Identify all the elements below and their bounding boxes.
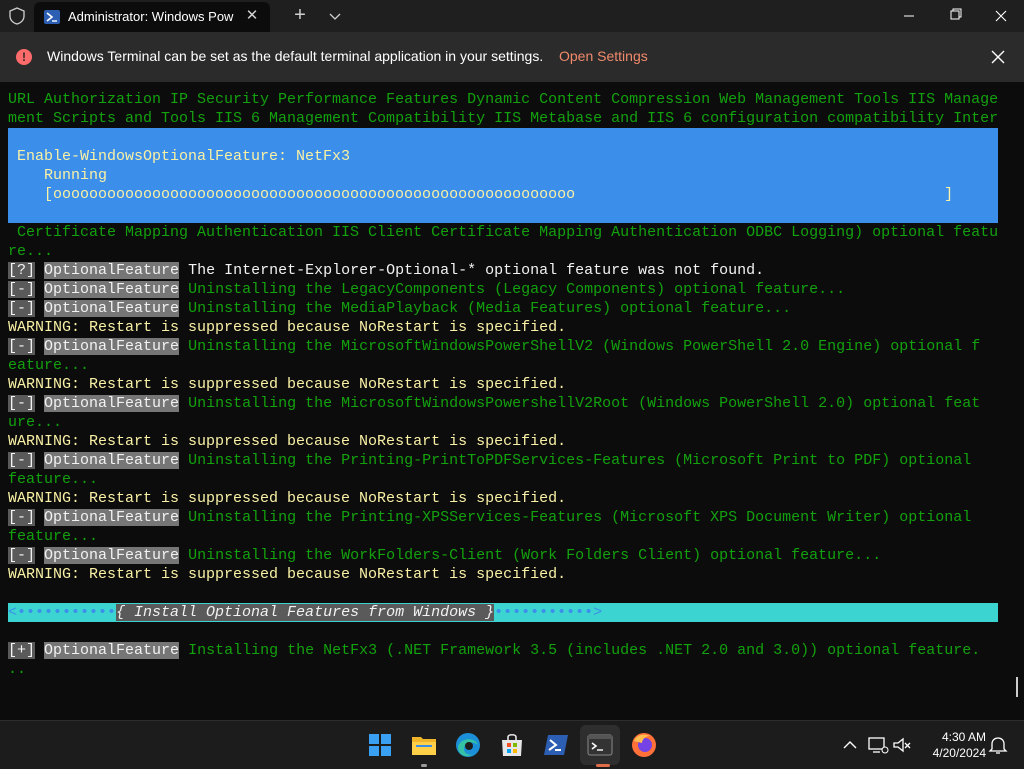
- feature-tag: OptionalFeature: [44, 338, 180, 355]
- tab-close-button[interactable]: ✕: [244, 8, 260, 24]
- log-text: Uninstalling the MediaPlayback (Media Fe…: [188, 300, 792, 317]
- warning-line: WARNING: Restart is suppressed because N…: [8, 566, 567, 583]
- log-entry: [-] OptionalFeature Uninstalling the Mic…: [8, 337, 980, 356]
- feature-tag: OptionalFeature: [44, 642, 180, 659]
- chevron-down-icon[interactable]: [326, 6, 344, 26]
- new-tab-button[interactable]: +: [290, 5, 310, 26]
- warning-line: WARNING: Restart is suppressed because N…: [8, 319, 567, 336]
- feature-tag: OptionalFeature: [44, 262, 180, 279]
- firefox-icon[interactable]: [628, 729, 660, 761]
- log-continuation: feature...: [8, 471, 99, 488]
- status-marker: [-]: [8, 338, 36, 355]
- title-bar: Administrator: Windows PowerShell ✕ +: [0, 0, 1024, 32]
- feature-tag: OptionalFeature: [44, 300, 180, 317]
- terminal-icon[interactable]: [584, 729, 616, 761]
- log-text: Uninstalling the Printing-PrintToPDFServ…: [188, 452, 972, 469]
- running-indicator: [421, 764, 427, 767]
- file-explorer-icon[interactable]: [408, 729, 440, 761]
- system-clock[interactable]: 4:30 AM 4/20/2024: [918, 729, 986, 761]
- feature-tag: OptionalFeature: [44, 281, 180, 298]
- log-entry: [-] OptionalFeature Uninstalling the Mic…: [8, 394, 980, 413]
- log-text: Uninstalling the LegacyComponents (Legac…: [188, 281, 846, 298]
- banner-left: <•••••••••••: [8, 604, 117, 621]
- status-marker: [-]: [8, 547, 36, 564]
- feature-tag: OptionalFeature: [44, 395, 180, 412]
- status-marker: [-]: [8, 395, 36, 412]
- terminal-output[interactable]: URL Authorization IP Security Performanc…: [0, 90, 1024, 720]
- log-entry: [-] OptionalFeature Uninstalling the Med…: [8, 299, 791, 318]
- output-line: ment Scripts and Tools IIS 6 Management …: [8, 110, 999, 127]
- log-text: Uninstalling the Printing-XPSServices-Fe…: [188, 509, 972, 526]
- maximize-button[interactable]: [932, 0, 978, 32]
- banner-right: •••••••••••>: [494, 604, 603, 621]
- status-marker: [-]: [8, 452, 36, 469]
- log-entry: [-] OptionalFeature Uninstalling the Leg…: [8, 280, 845, 299]
- windows-start-icon[interactable]: [364, 729, 396, 761]
- output-line: URL Authorization IP Security Performanc…: [8, 91, 999, 108]
- output-line: re...: [8, 243, 54, 260]
- open-settings-link[interactable]: Open Settings: [559, 48, 648, 64]
- log-continuation: ure...: [8, 414, 63, 431]
- section-banner: <•••••••••••{ Install Optional Features …: [8, 603, 998, 622]
- log-continuation: feature...: [8, 528, 99, 545]
- progress-bar: [ooooooooooooooooooooooooooooooooooooooo…: [44, 186, 954, 203]
- status-marker: [-]: [8, 509, 36, 526]
- status-marker: [-]: [8, 300, 36, 317]
- volume-muted-icon[interactable]: [890, 733, 914, 757]
- log-continuation: eature...: [8, 357, 90, 374]
- log-continuation: ..: [8, 661, 27, 678]
- banner-title: { Install Optional Features from Windows…: [116, 604, 495, 621]
- close-window-button[interactable]: [978, 0, 1024, 32]
- active-indicator: [596, 764, 610, 767]
- edge-icon[interactable]: [452, 729, 484, 761]
- error-icon: !: [16, 49, 32, 65]
- notification-close-icon[interactable]: [988, 47, 1008, 67]
- log-text: Uninstalling the MicrosoftWindowsPowersh…: [188, 395, 981, 412]
- notification-message: Windows Terminal can be set as the defau…: [47, 48, 544, 64]
- feature-tag: OptionalFeature: [44, 452, 180, 469]
- clock-time: 4:30 AM: [941, 730, 986, 744]
- powershell-icon: [44, 10, 60, 24]
- log-entry: [-] OptionalFeature Uninstalling the Wor…: [8, 546, 881, 565]
- log-text: The Internet-Explorer-Optional-* optiona…: [188, 262, 765, 279]
- minimize-button[interactable]: [886, 0, 932, 32]
- feature-tag: OptionalFeature: [44, 547, 180, 564]
- log-entry: [?] OptionalFeature The Internet-Explore…: [8, 261, 764, 280]
- notification-center-icon[interactable]: [986, 733, 1010, 757]
- status-marker: [-]: [8, 281, 36, 298]
- tab-title: Administrator: Windows PowerShell: [68, 9, 234, 24]
- progress-panel: Enable-WindowsOptionalFeature: NetFx3 Ru…: [8, 128, 998, 223]
- log-entry: [-] OptionalFeature Uninstalling the Pri…: [8, 508, 971, 527]
- shield-icon: [9, 7, 25, 25]
- scroll-indicator[interactable]: [1016, 677, 1018, 697]
- warning-line: WARNING: Restart is suppressed because N…: [8, 433, 567, 450]
- output-line: Certificate Mapping Authentication IIS C…: [8, 224, 999, 241]
- warning-line: WARNING: Restart is suppressed because N…: [8, 490, 567, 507]
- log-text: Uninstalling the WorkFolders-Client (Wor…: [188, 547, 882, 564]
- log-text: Installing the NetFx3 (.NET Framework 3.…: [188, 642, 981, 659]
- warning-line: WARNING: Restart is suppressed because N…: [8, 376, 567, 393]
- feature-tag: OptionalFeature: [44, 509, 180, 526]
- status-marker: [+]: [8, 642, 36, 659]
- store-icon[interactable]: [496, 729, 528, 761]
- taskbar: 4:30 AM 4/20/2024: [0, 720, 1024, 769]
- log-entry: [-] OptionalFeature Uninstalling the Pri…: [8, 451, 971, 470]
- status-marker: [?]: [8, 262, 36, 279]
- clock-date: 4/20/2024: [932, 746, 986, 760]
- log-entry: [+] OptionalFeature Installing the NetFx…: [8, 641, 980, 660]
- progress-status: Running: [44, 167, 108, 184]
- log-text: Uninstalling the MicrosoftWindowsPowerSh…: [188, 338, 981, 355]
- notification-bar: ! Windows Terminal can be set as the def…: [0, 32, 1024, 82]
- progress-title: Enable-WindowsOptionalFeature: NetFx3: [17, 148, 351, 165]
- tab-powershell[interactable]: Administrator: Windows PowerShell ✕: [34, 2, 270, 32]
- chevron-up-icon[interactable]: [838, 733, 862, 757]
- powershell-icon[interactable]: [540, 729, 572, 761]
- network-icon[interactable]: [866, 733, 890, 757]
